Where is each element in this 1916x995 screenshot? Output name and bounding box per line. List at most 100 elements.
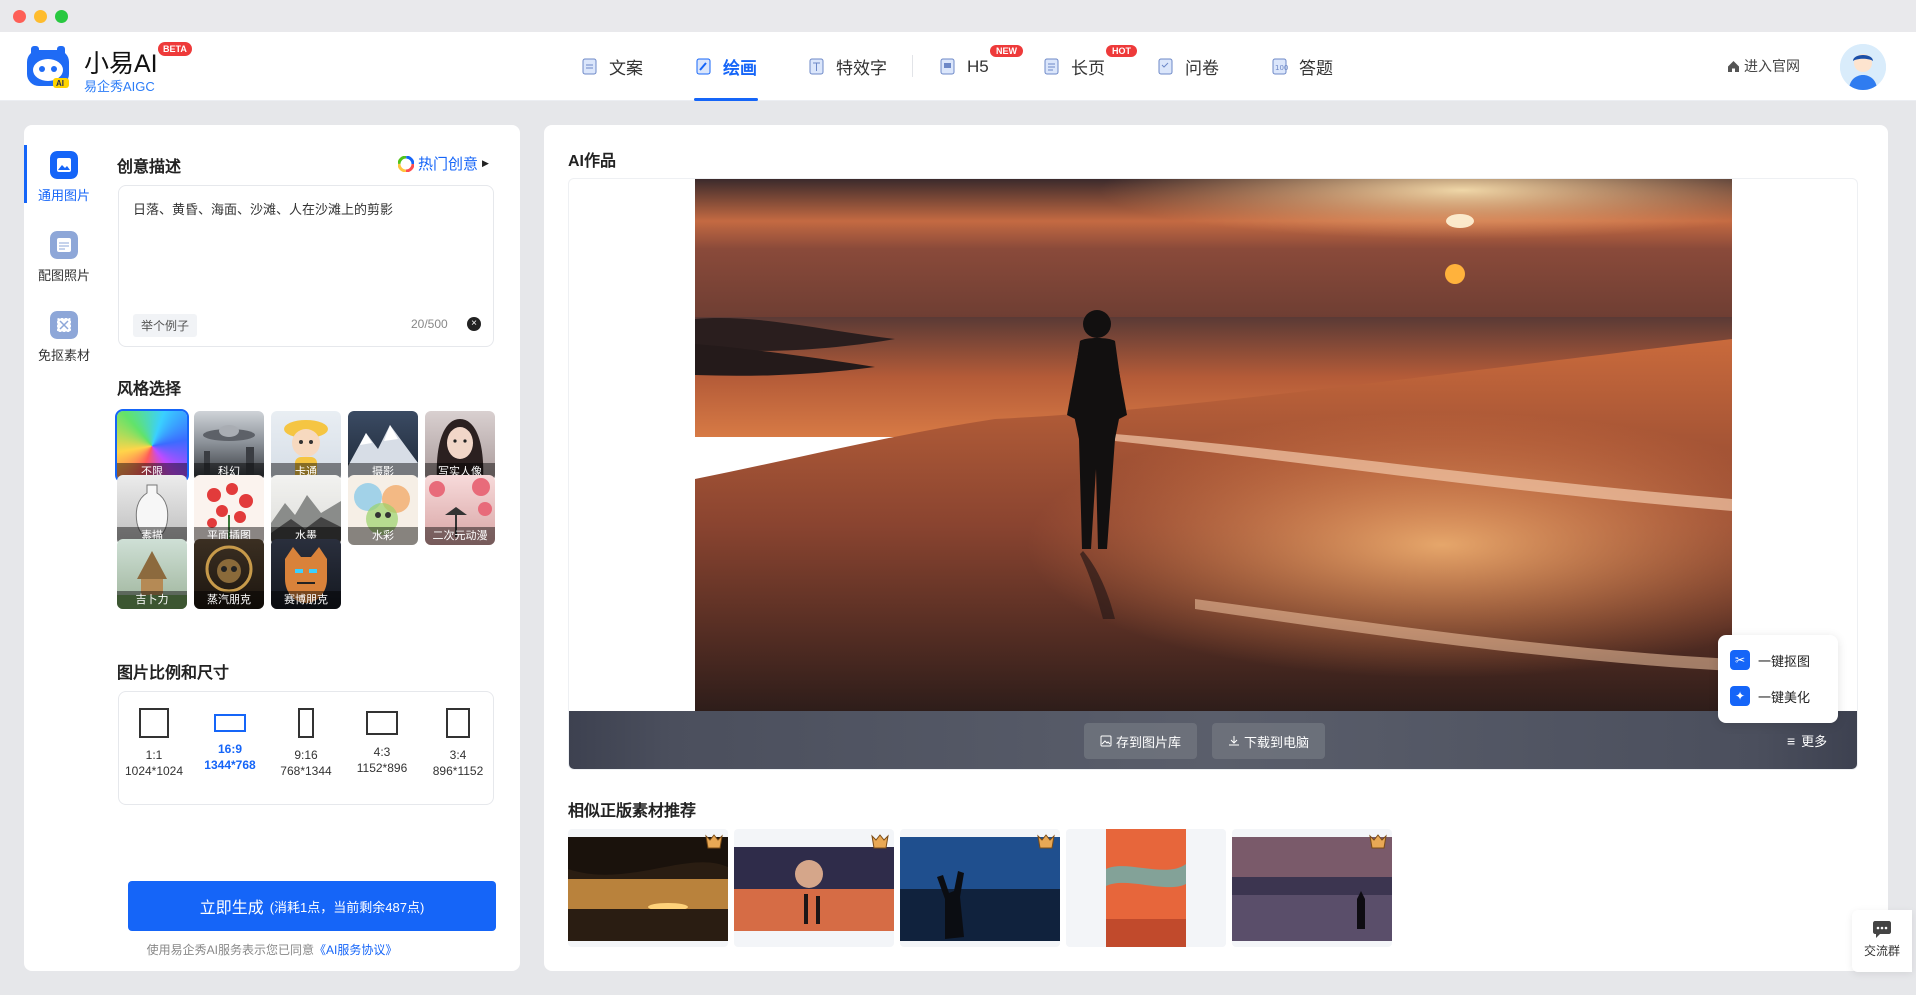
premium-crown-icon <box>871 834 889 849</box>
recommend-item[interactable] <box>900 829 1060 947</box>
agreement-text: 使用易企秀AI服务表示您已同意《AI服务协议》 <box>24 941 520 958</box>
community-chat-button[interactable]: 交流群 <box>1852 910 1912 972</box>
beautify-button[interactable]: ✦ 一键美化 <box>1730 686 1810 706</box>
generated-artwork[interactable] <box>695 179 1732 711</box>
scissors-icon: ✂ <box>1730 650 1750 670</box>
ratio-option-9-16[interactable]: 9:16 768*1344 <box>271 708 341 778</box>
style-option-flat-illustration[interactable]: 平面插图 <box>194 475 264 545</box>
new-tag: NEW <box>990 45 1023 57</box>
square-shape-icon <box>139 708 169 738</box>
nav-item-survey[interactable]: 问卷 <box>1156 32 1219 101</box>
more-button[interactable]: ≡ 更多 <box>1787 731 1827 750</box>
beta-badge: BETA <box>158 42 192 56</box>
h5-icon <box>940 58 955 75</box>
official-site-label: 进入官网 <box>1744 58 1800 74</box>
recommend-item[interactable] <box>1066 829 1226 947</box>
brand-logo-icon[interactable]: AI <box>25 44 71 90</box>
home-icon <box>1728 60 1739 72</box>
style-label: 赛博朋克 <box>271 591 341 609</box>
official-site-link[interactable]: 进入官网 <box>1727 56 1800 76</box>
sidebar-label: 配图照片 <box>37 268 90 283</box>
premium-crown-icon <box>705 834 723 849</box>
nav-label: 特效字 <box>836 59 887 78</box>
style-option-scifi[interactable]: 科幻 <box>194 411 264 481</box>
style-option-watercolor[interactable]: 水彩 <box>348 475 418 545</box>
sidebar-item-general-image[interactable]: 通用图片 <box>24 151 104 204</box>
ratio-size: 896*1152 <box>432 764 484 778</box>
chat-label: 交流群 <box>1863 944 1900 958</box>
generate-button[interactable]: 立即生成 (消耗1点，当前剩余487点) <box>128 881 496 931</box>
ratio-label: 1:1 <box>145 748 163 762</box>
prompt-input[interactable]: 日落、黄昏、海面、沙滩、人在沙滩上的剪影 <box>133 200 473 310</box>
style-option-realistic-portrait[interactable]: 写实人像 <box>425 411 495 481</box>
wide-shape-icon <box>366 711 398 735</box>
nav-item-h5[interactable]: H5 <box>938 32 989 101</box>
nav-item-long-page[interactable]: 长页 <box>1042 32 1105 101</box>
hot-ideas-link[interactable]: 热门创意 ▶ <box>398 153 489 174</box>
style-option-ghibli[interactable]: 吉卜力 <box>117 539 187 609</box>
sidebar-item-cutout-material[interactable]: 免抠素材 <box>24 311 104 364</box>
style-label: 二次元动漫 <box>425 527 495 545</box>
document-icon <box>582 58 597 75</box>
style-option-ink-wash[interactable]: 水墨 <box>271 475 341 545</box>
nav-item-copywriting[interactable]: 文案 <box>580 32 643 101</box>
style-option-steampunk[interactable]: 蒸汽朋克 <box>194 539 264 609</box>
recommend-section-title: 相似正版素材推荐 <box>568 803 697 820</box>
clear-icon[interactable]: × <box>467 317 481 331</box>
nav-label: 长页 <box>1071 59 1105 78</box>
ratio-label: 3:4 <box>449 748 467 762</box>
style-option-unlimited[interactable]: 不限 <box>115 409 189 483</box>
style-option-cyberpunk[interactable]: 赛博朋克 <box>271 539 341 609</box>
sidebar-item-photo[interactable]: 配图照片 <box>24 231 104 284</box>
nav-label: 问卷 <box>1185 59 1219 78</box>
window-titlebar <box>0 0 1916 32</box>
nav-item-painting[interactable]: 绘画 <box>694 32 757 101</box>
cutout-label: 一键抠图 <box>1758 653 1811 669</box>
cutout-button[interactable]: ✂ 一键抠图 <box>1730 650 1810 670</box>
magic-wand-icon: ✦ <box>1730 686 1750 706</box>
hot-tag: HOT <box>1106 45 1137 57</box>
portrait-shape-icon <box>298 708 314 738</box>
maximize-window-button[interactable] <box>55 10 68 23</box>
agreement-link[interactable]: 《AI服务协议》 <box>314 943 397 957</box>
cutout-icon <box>50 311 78 339</box>
nav-label: 文案 <box>609 59 643 78</box>
recommend-item[interactable] <box>734 829 894 947</box>
ratio-size: 768*1344 <box>280 764 332 778</box>
ratio-option-3-4[interactable]: 3:4 896*1152 <box>423 708 493 778</box>
ratio-option-1-1[interactable]: 1:1 1024*1024 <box>119 708 189 778</box>
style-option-photography[interactable]: 摄影 <box>348 411 418 481</box>
premium-crown-icon <box>1037 834 1055 849</box>
style-label: 蒸汽朋克 <box>194 591 264 609</box>
char-counter: 20/500 <box>411 317 448 331</box>
generate-detail: (消耗1点，当前剩余487点) <box>269 899 425 915</box>
ratio-option-4-3[interactable]: 4:3 1152*896 <box>347 708 417 775</box>
hot-ideas-label: 热门创意 <box>418 156 479 173</box>
recommend-item[interactable] <box>1232 829 1392 947</box>
download-button[interactable]: 下载到电脑 <box>1212 723 1326 759</box>
style-option-sketch[interactable]: 素描 <box>117 475 187 545</box>
close-window-button[interactable] <box>13 10 26 23</box>
ratio-size: 1344*768 <box>204 758 256 772</box>
nav-active-indicator <box>694 98 758 101</box>
landscape-shape-icon <box>214 714 246 732</box>
minimize-window-button[interactable] <box>34 10 47 23</box>
example-button[interactable]: 举个例子 <box>133 314 198 337</box>
style-option-anime[interactable]: 二次元动漫 <box>425 475 495 545</box>
premium-crown-icon <box>1369 834 1387 849</box>
download-icon <box>1229 736 1239 746</box>
style-label: 吉卜力 <box>117 591 187 609</box>
style-section-title: 风格选择 <box>117 381 182 398</box>
ratio-option-16-9[interactable]: 16:9 1344*768 <box>195 708 265 772</box>
ratio-label: 9:16 <box>294 748 318 762</box>
recommend-item[interactable] <box>568 829 728 947</box>
nav-item-effect-text[interactable]: 特效字 <box>807 32 887 101</box>
nav-item-quiz[interactable]: 100 答题 <box>1270 32 1333 101</box>
user-avatar[interactable] <box>1840 44 1886 90</box>
sidebar-label: 通用图片 <box>37 188 90 203</box>
save-to-library-button[interactable]: 存到图片库 <box>1084 723 1198 759</box>
style-label: 水彩 <box>348 527 418 545</box>
artwork-section-title: AI作品 <box>568 153 617 170</box>
download-label: 下载到电脑 <box>1244 734 1310 750</box>
style-option-cartoon[interactable]: 卡通 <box>271 411 341 481</box>
